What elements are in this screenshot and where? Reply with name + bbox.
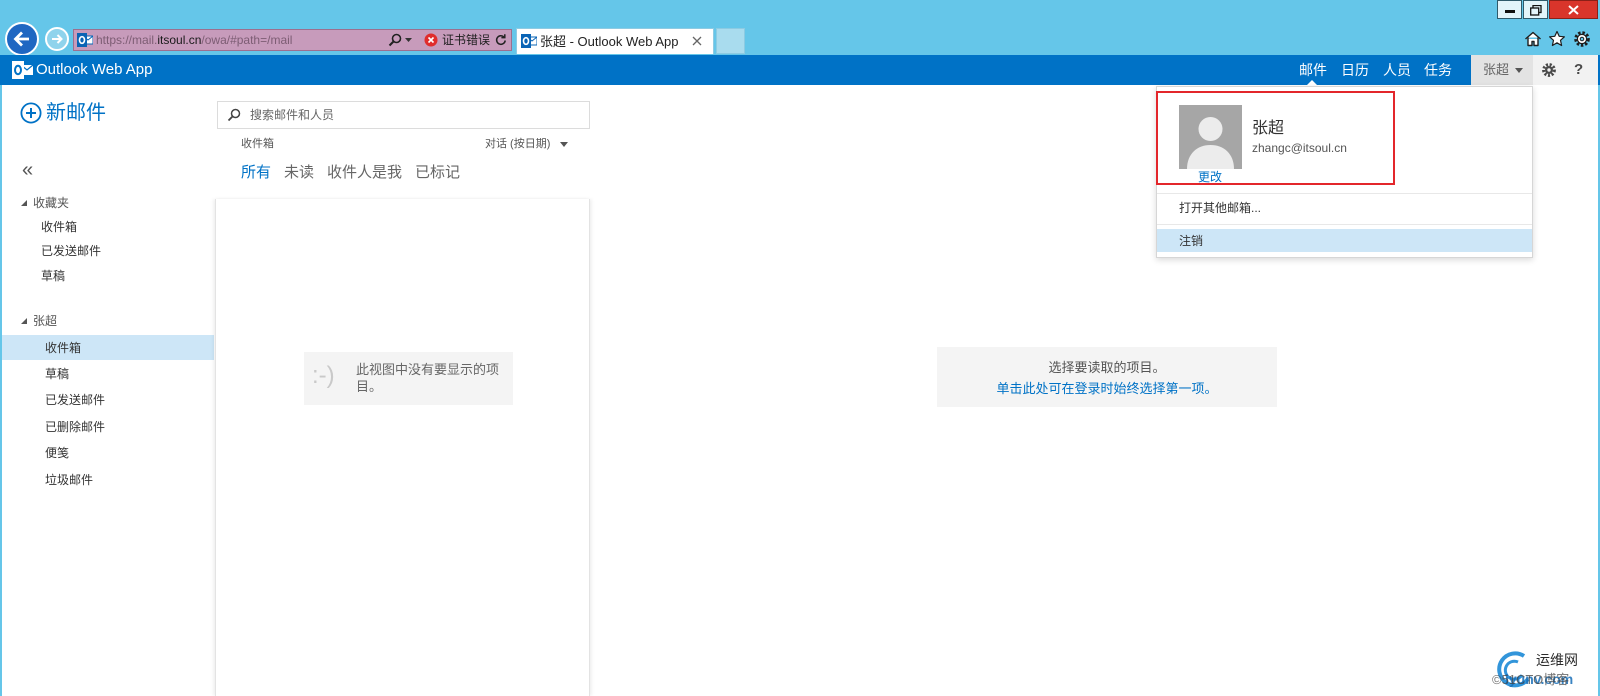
restore-icon [1530, 5, 1542, 16]
collapse-pane-button[interactable]: « [22, 159, 33, 181]
url-prefix: https://mail. [96, 33, 158, 47]
sign-out-label: 注销 [1179, 234, 1204, 248]
always-select-first-link[interactable]: 单击此处可在登录时始终选择第一项。 [937, 380, 1277, 397]
expand-triangle-icon [21, 318, 27, 324]
expand-triangle-icon [21, 200, 27, 206]
annotation-highlight-box [1156, 91, 1395, 185]
close-window-button[interactable] [1549, 0, 1598, 19]
favorites-title: 收藏夹 [33, 196, 70, 210]
active-nav-indicator [1307, 80, 1317, 85]
selected-folder-highlight [2, 335, 214, 360]
filter-unread[interactable]: 未读 [284, 164, 314, 182]
chevron-down-icon [1515, 68, 1523, 73]
folder-item[interactable]: 已发送邮件 [41, 243, 101, 259]
folder-item[interactable]: 便笺 [45, 445, 69, 461]
settings-gear-icon[interactable] [1541, 62, 1557, 78]
reading-pane-notice: 选择要读取的项目。 单击此处可在登录时始终选择第一项。 [937, 347, 1277, 407]
search-input[interactable] [250, 106, 570, 124]
empty-list-text: 此视图中没有要显示的项目。 [356, 362, 500, 394]
new-mail-label: 新邮件 [46, 102, 106, 124]
browser-tab[interactable]: 张超 - Outlook Web App [516, 28, 714, 54]
search-box[interactable] [217, 101, 590, 129]
refresh-icon[interactable] [494, 33, 508, 47]
nav-people[interactable]: 人员 [1383, 55, 1411, 85]
menu-divider [1157, 224, 1532, 225]
url-host: itsoul.cn [157, 33, 202, 47]
outlook-icon [77, 33, 93, 47]
sort-label: 对话 (按日期) [485, 138, 551, 150]
folder-item[interactable]: 草稿 [45, 366, 69, 382]
folder-item[interactable]: 垃圾邮件 [45, 472, 93, 488]
filter-all[interactable]: 所有 [241, 164, 271, 182]
close-tab-icon[interactable] [692, 36, 702, 46]
watermark-blog: ©51CTO博客 [1492, 672, 1570, 687]
tools-gear-icon[interactable] [1573, 30, 1591, 48]
url-path: /owa/#path=/mail [201, 33, 293, 47]
forward-button[interactable] [45, 27, 69, 51]
empty-face: :-) [312, 362, 335, 389]
empty-list-notice: :-) 此视图中没有要显示的项目。 [304, 352, 513, 405]
folder-item[interactable]: 收件箱 [41, 219, 77, 235]
nav-tasks[interactable]: 任务 [1424, 55, 1452, 85]
back-arrow-icon [13, 31, 29, 47]
minimize-button[interactable] [1497, 0, 1522, 19]
chevron-down-icon [560, 142, 568, 147]
chevron-down-icon[interactable] [405, 38, 412, 42]
address-url[interactable]: https://mail.itsoul.cn/owa/#path=/mail [96, 32, 292, 48]
certificate-error-icon[interactable] [424, 33, 438, 47]
close-icon [1568, 5, 1579, 15]
tab-title: 张超 - Outlook Web App [540, 34, 679, 49]
app-title: Outlook Web App [36, 61, 153, 78]
nav-calendar[interactable]: 日历 [1341, 55, 1369, 85]
reading-pane-prompt: 选择要读取的项目。 [1048, 360, 1166, 375]
new-tab-button[interactable] [716, 28, 745, 54]
folder-item-inbox[interactable]: 收件箱 [45, 340, 81, 356]
add-circle-icon [20, 102, 42, 124]
back-button[interactable] [5, 22, 39, 56]
folder-item[interactable]: 已发送邮件 [45, 392, 105, 408]
home-icon[interactable] [1524, 30, 1542, 48]
help-icon[interactable]: ? [1574, 55, 1583, 85]
filter-flagged[interactable]: 已标记 [415, 164, 460, 182]
minimize-icon [1505, 10, 1515, 13]
new-mail-button[interactable]: 新邮件 [20, 101, 130, 125]
address-bar[interactable]: https://mail.itsoul.cn/owa/#path=/mail 证… [73, 29, 512, 51]
sort-dropdown[interactable]: 对话 (按日期) [485, 137, 570, 151]
restore-button[interactable] [1523, 0, 1548, 19]
certificate-error-label[interactable]: 证书错误 [442, 32, 490, 48]
watermark-site-name: 运维网 [1536, 652, 1578, 668]
folder-item[interactable]: 草稿 [41, 268, 65, 284]
sign-out-item[interactable]: 注销 [1157, 229, 1532, 252]
favorites-header[interactable]: 收藏夹 [20, 195, 120, 211]
search-icon[interactable] [388, 33, 402, 47]
current-folder-label: 收件箱 [241, 138, 274, 150]
outlook-logo-icon [12, 61, 34, 79]
outlook-icon [521, 34, 537, 48]
forward-arrow-icon [52, 34, 63, 44]
open-other-mailbox-item[interactable]: 打开其他邮箱... [1179, 200, 1261, 216]
menu-divider [1157, 193, 1532, 194]
filter-to-me[interactable]: 收件人是我 [327, 164, 402, 182]
browser-frame-left-edge [0, 85, 2, 696]
user-name: 张超 [1483, 62, 1510, 77]
folder-item[interactable]: 已删除邮件 [45, 419, 105, 435]
message-list[interactable] [215, 199, 590, 696]
user-menu-button[interactable]: 张超 [1471, 55, 1533, 85]
favorites-star-icon[interactable] [1548, 30, 1566, 48]
window-controls [1497, 0, 1598, 20]
search-icon [227, 108, 241, 122]
mailbox-header[interactable]: 张超 [20, 313, 120, 329]
mailbox-title: 张超 [33, 314, 58, 328]
